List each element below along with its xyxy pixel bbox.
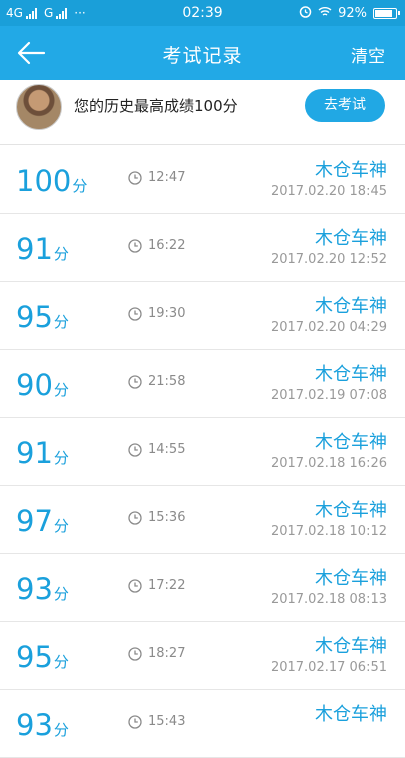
clock-icon bbox=[128, 578, 142, 593]
score: 93分 bbox=[16, 708, 69, 742]
user-name: 木仓车神 bbox=[315, 500, 387, 521]
score-unit: 分 bbox=[53, 449, 69, 467]
record-date: 2017.02.20 04:29 bbox=[270, 320, 387, 335]
profile-summary: 您的历史最高成绩100分 去考试 bbox=[0, 80, 405, 145]
battery-icon bbox=[373, 8, 400, 19]
duration-value: 19:30 bbox=[148, 306, 186, 321]
battery-percent: 92% bbox=[338, 6, 367, 21]
record-date: 2017.02.18 08:13 bbox=[270, 592, 387, 607]
duration: 16:22 bbox=[128, 238, 185, 253]
duration: 17:22 bbox=[128, 578, 185, 593]
avatar[interactable] bbox=[16, 84, 62, 130]
score: 91分 bbox=[16, 436, 69, 470]
score: 93分 bbox=[16, 572, 69, 606]
duration-value: 15:43 bbox=[148, 714, 186, 729]
record-date: 2017.02.20 18:45 bbox=[270, 184, 387, 199]
record-row[interactable]: 100分 12:47 木仓车神 2017.02.20 18:45 bbox=[0, 146, 405, 214]
clock-icon bbox=[128, 238, 142, 253]
record-date: 2017.02.20 12:52 bbox=[270, 252, 387, 267]
score-value: 91 bbox=[16, 232, 53, 266]
take-exam-button[interactable]: 去考试 bbox=[305, 89, 385, 122]
score-value: 90 bbox=[16, 368, 53, 402]
record-row[interactable]: 93分 15:43 木仓车神 bbox=[0, 690, 405, 758]
user-name: 木仓车神 bbox=[315, 568, 387, 589]
alarm-icon bbox=[299, 5, 312, 22]
duration: 19:30 bbox=[128, 306, 185, 321]
record-list: 100分 12:47 木仓车神 2017.02.20 18:45 91分 16:… bbox=[0, 146, 405, 758]
clock-icon bbox=[128, 442, 142, 457]
app-header: 考试记录 清空 bbox=[0, 26, 405, 80]
record-date: 2017.02.18 10:12 bbox=[270, 524, 387, 539]
wifi-icon bbox=[318, 6, 332, 21]
duration-value: 14:55 bbox=[148, 442, 186, 457]
user-name: 木仓车神 bbox=[315, 296, 387, 317]
record-row[interactable]: 95分 18:27 木仓车神 2017.02.17 06:51 bbox=[0, 622, 405, 690]
score-unit: 分 bbox=[53, 517, 69, 535]
duration: 15:43 bbox=[128, 714, 185, 729]
record-date: 2017.02.19 07:08 bbox=[270, 388, 387, 403]
clock-icon bbox=[128, 374, 142, 389]
score: 90分 bbox=[16, 368, 69, 402]
record-row[interactable]: 97分 15:36 木仓车神 2017.02.18 10:12 bbox=[0, 486, 405, 554]
score-unit: 分 bbox=[53, 381, 69, 399]
score-unit: 分 bbox=[53, 585, 69, 603]
score-value: 93 bbox=[16, 708, 53, 742]
user-name: 木仓车神 bbox=[315, 228, 387, 249]
duration-value: 21:58 bbox=[148, 374, 186, 389]
score: 97分 bbox=[16, 504, 69, 538]
score-unit: 分 bbox=[53, 653, 69, 671]
score-unit: 分 bbox=[53, 245, 69, 263]
score: 95分 bbox=[16, 640, 69, 674]
record-date: 2017.02.18 16:26 bbox=[270, 456, 387, 471]
score-unit: 分 bbox=[53, 721, 69, 739]
duration: 18:27 bbox=[128, 646, 185, 661]
battery-fill bbox=[375, 10, 392, 17]
duration-value: 18:27 bbox=[148, 646, 186, 661]
score-unit: 分 bbox=[53, 313, 69, 331]
clock-icon bbox=[128, 510, 142, 525]
clock-icon bbox=[128, 306, 142, 321]
duration: 14:55 bbox=[128, 442, 185, 457]
clock-icon bbox=[128, 646, 142, 661]
score-value: 100 bbox=[16, 164, 72, 198]
record-row[interactable]: 93分 17:22 木仓车神 2017.02.18 08:13 bbox=[0, 554, 405, 622]
user-name: 木仓车神 bbox=[315, 160, 387, 181]
record-row[interactable]: 95分 19:30 木仓车神 2017.02.20 04:29 bbox=[0, 282, 405, 350]
user-name: 木仓车神 bbox=[315, 432, 387, 453]
user-name: 木仓车神 bbox=[315, 704, 387, 725]
duration-value: 15:36 bbox=[148, 510, 186, 525]
score-value: 95 bbox=[16, 640, 53, 674]
score-value: 95 bbox=[16, 300, 53, 334]
score: 91分 bbox=[16, 232, 69, 266]
score-value: 91 bbox=[16, 436, 53, 470]
status-bar: 4G G ··· 02:39 92% bbox=[0, 0, 405, 26]
score: 100分 bbox=[16, 164, 87, 198]
best-score-text: 您的历史最高成绩100分 bbox=[74, 97, 238, 115]
clear-button[interactable]: 清空 bbox=[351, 42, 385, 67]
score-value: 93 bbox=[16, 572, 53, 606]
user-name: 木仓车神 bbox=[315, 364, 387, 385]
duration: 21:58 bbox=[128, 374, 185, 389]
page-title: 考试记录 bbox=[162, 45, 243, 67]
duration: 15:36 bbox=[128, 510, 185, 525]
score: 95分 bbox=[16, 300, 69, 334]
duration-value: 17:22 bbox=[148, 578, 186, 593]
record-row[interactable]: 91分 14:55 木仓车神 2017.02.18 16:26 bbox=[0, 418, 405, 486]
record-row[interactable]: 90分 21:58 木仓车神 2017.02.19 07:08 bbox=[0, 350, 405, 418]
user-name: 木仓车神 bbox=[315, 636, 387, 657]
score-value: 97 bbox=[16, 504, 53, 538]
record-date: 2017.02.17 06:51 bbox=[270, 660, 387, 675]
clock-icon bbox=[128, 714, 142, 729]
clock-icon bbox=[128, 170, 142, 185]
record-row[interactable]: 91分 16:22 木仓车神 2017.02.20 12:52 bbox=[0, 214, 405, 282]
duration-value: 12:47 bbox=[148, 170, 186, 185]
status-right: 92% bbox=[299, 5, 400, 22]
score-unit: 分 bbox=[72, 177, 88, 195]
duration: 12:47 bbox=[128, 170, 185, 185]
duration-value: 16:22 bbox=[148, 238, 186, 253]
